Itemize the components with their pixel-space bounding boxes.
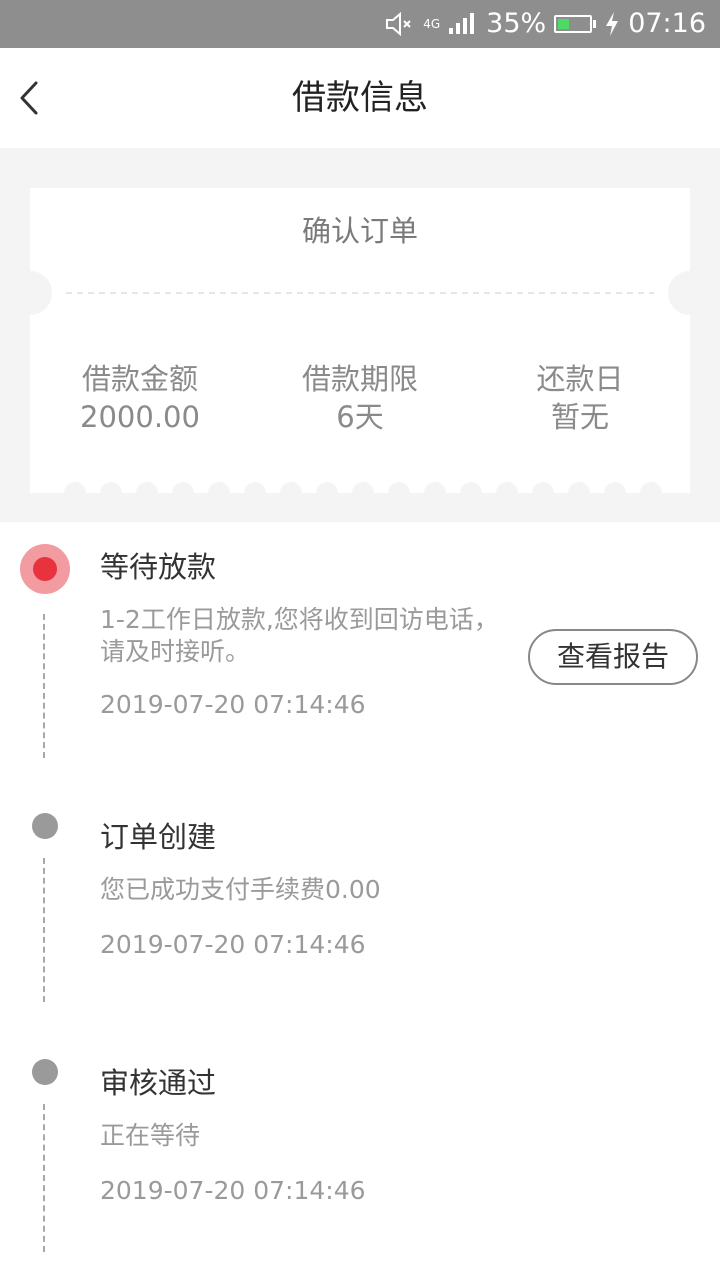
battery-fill — [558, 19, 569, 29]
loan-amount-value: 2000.00 — [80, 400, 200, 434]
timeline-connector — [43, 858, 45, 1002]
repayment-date-label: 还款日 — [536, 362, 624, 396]
loan-amount-field: 借款金额 2000.00 — [30, 360, 250, 436]
battery-icon — [554, 15, 597, 33]
network-type: 4G — [423, 17, 441, 31]
timeline-description: 1-2工作日放款,您将收到回访电话，请及时接听。 — [100, 605, 499, 666]
timeline-timestamp: 2019-07-20 07:14:46 — [100, 930, 366, 959]
nav-bar: 借款信息 — [0, 48, 720, 148]
mute-icon — [386, 12, 411, 36]
loan-amount-label: 借款金额 — [81, 362, 198, 396]
status-icons: 4G 35% 07:16 — [385, 0, 706, 48]
active-status-dot — [20, 544, 70, 594]
repayment-date-field: 还款日 暂无 — [470, 360, 690, 436]
status-bar: 4G 35% 07:16 — [0, 0, 720, 48]
timeline-title: 等待放款 — [100, 550, 217, 584]
timeline-connector — [43, 1104, 45, 1252]
loan-term-field: 借款期限 6天 — [250, 360, 470, 436]
signal-icon — [449, 13, 475, 34]
status-dot — [32, 1059, 58, 1085]
page-title: 借款信息 — [292, 78, 428, 118]
clock: 07:16 — [628, 8, 706, 39]
progress-timeline: 等待放款 1-2工作日放款,您将收到回访电话，请及时接听。 2019-07-20… — [0, 522, 720, 1280]
view-report-button[interactable]: 查看报告 — [528, 629, 698, 685]
loan-term-label: 借款期限 — [301, 362, 418, 396]
timeline-title: 审核通过 — [100, 1066, 217, 1100]
timeline-timestamp: 2019-07-20 07:14:46 — [100, 690, 366, 719]
battery-percent: 35% — [486, 8, 547, 39]
ticket-card — [0, 148, 720, 522]
timeline-connector — [43, 614, 45, 758]
order-ticket-section: 确认订单 借款金额 2000.00 借款期限 6天 还款日 暂无 — [0, 148, 720, 522]
timeline-title: 订单创建 — [100, 820, 217, 854]
status-dot — [32, 813, 58, 839]
charging-icon — [606, 12, 619, 36]
timeline-description: 您已成功支付手续费0.00 — [100, 875, 381, 904]
timeline-description: 正在等待 — [100, 1121, 201, 1150]
ticket-title: 确认订单 — [301, 214, 418, 248]
repayment-date-value: 暂无 — [550, 400, 609, 434]
timeline-timestamp: 2019-07-20 07:14:46 — [100, 1176, 366, 1205]
loan-term-value: 6天 — [336, 400, 384, 434]
